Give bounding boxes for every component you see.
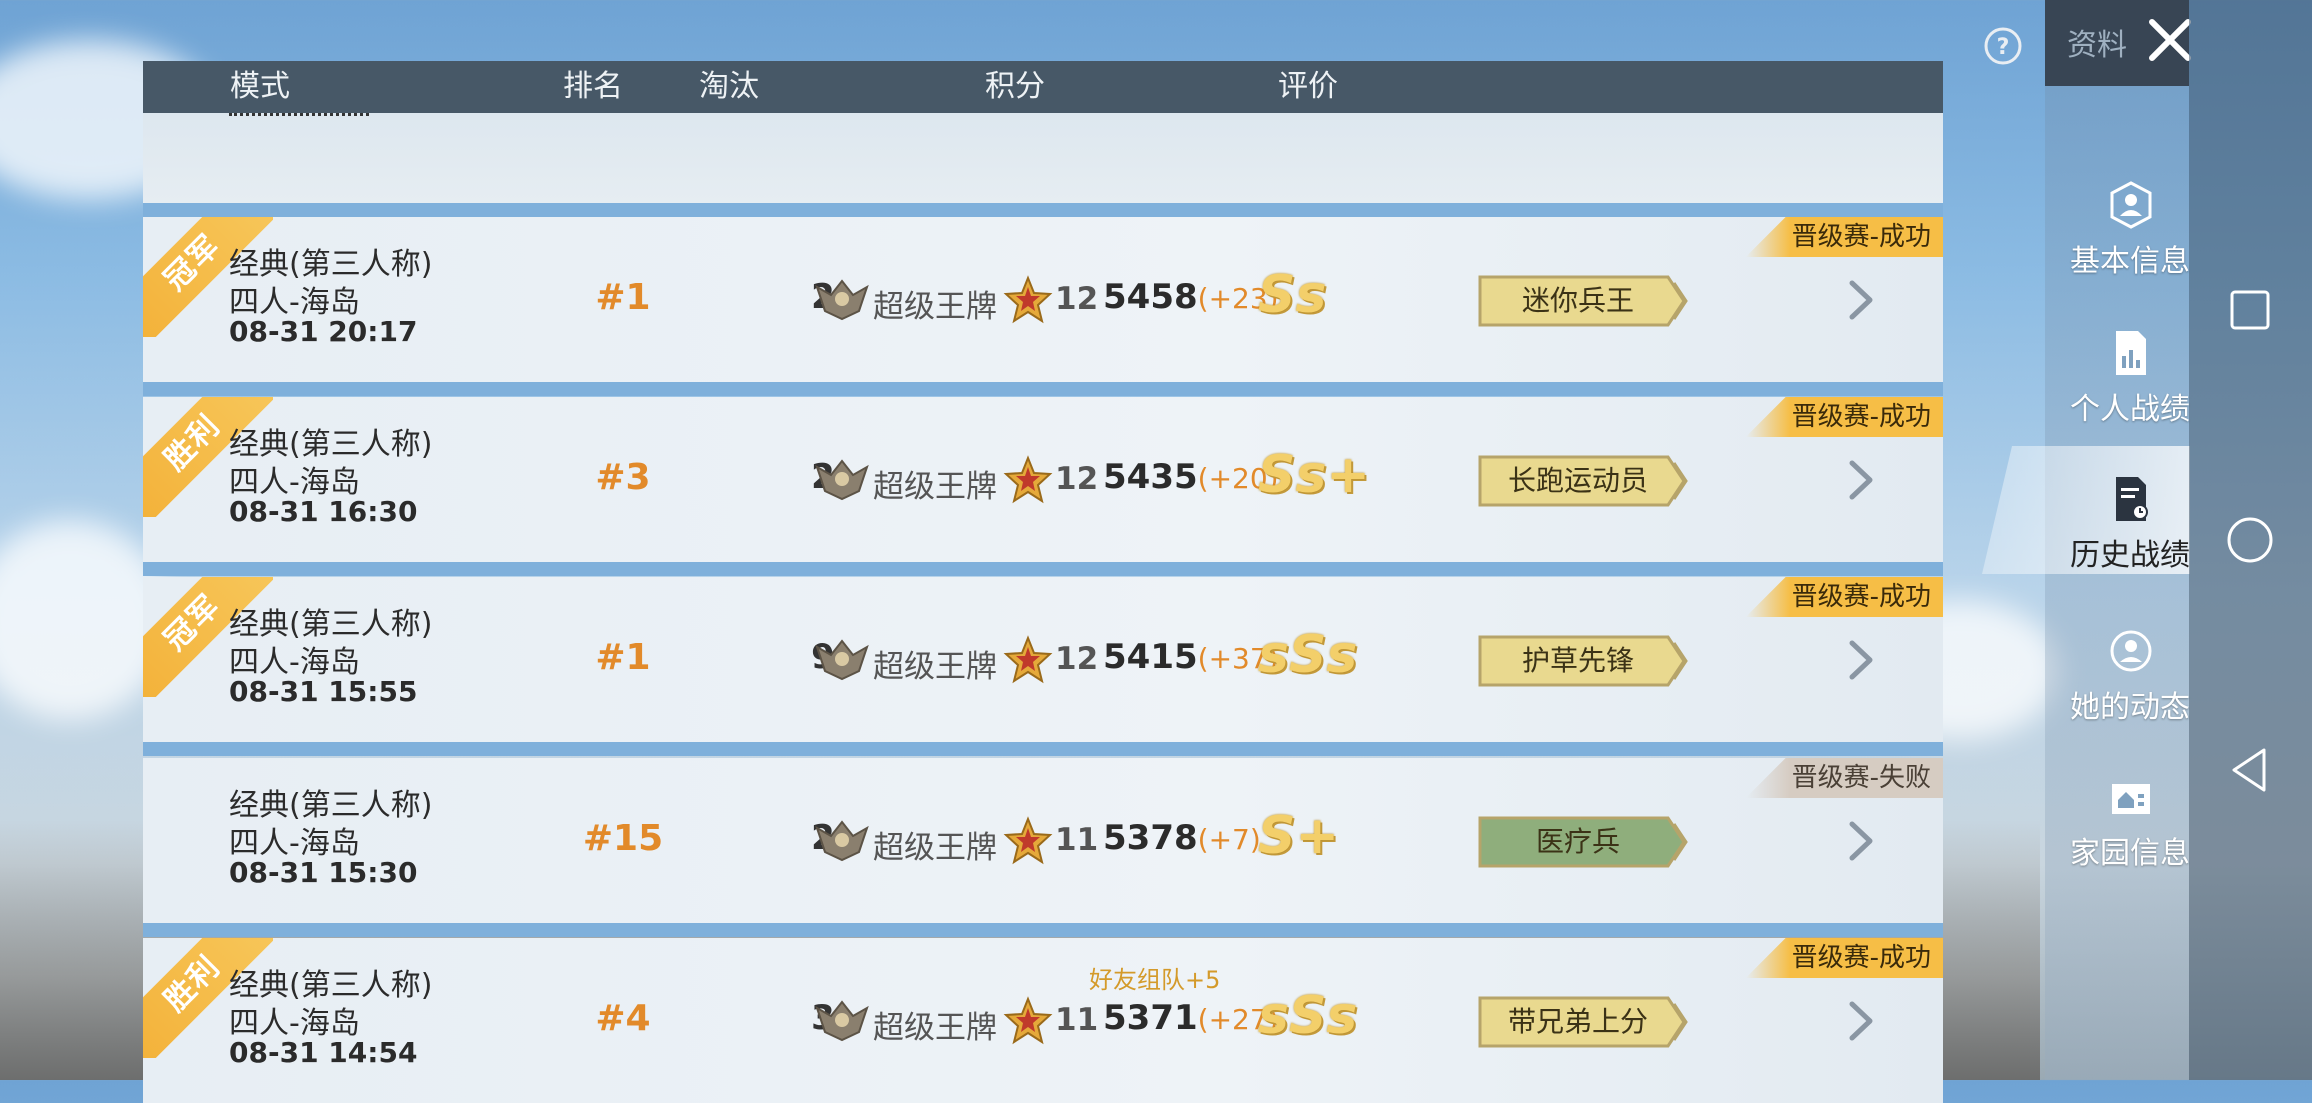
match-grade: sSs — [1258, 986, 1358, 1046]
promotion-status-badge: 晋级赛-成功 — [1745, 938, 1943, 978]
promotion-status-badge: 晋级赛-成功 — [1745, 577, 1943, 617]
tier-name: 超级王牌 — [873, 830, 997, 866]
row-divider — [143, 382, 1943, 396]
header-rating: 评价 — [1278, 69, 1338, 104]
help-icon[interactable]: ? — [1983, 26, 2023, 66]
tag-label: 带兄弟上分 — [1507, 1005, 1648, 1038]
promotion-status-badge: 晋级赛-失败 — [1745, 758, 1943, 798]
header-rank: 排名 — [563, 69, 623, 104]
header-mode: 模式 — [230, 69, 290, 104]
table-header: 模式 排名 淘汰 积分 评价 — [143, 61, 1943, 113]
tag-label: 长跑运动员 — [1507, 464, 1648, 497]
match-row[interactable]: 冠军经典(第三人称) 四人-海岛 08-31 15:55 #1 9 超级王牌 1… — [143, 577, 1943, 742]
score-value: 5458 — [1103, 277, 1198, 317]
match-rank: #4 — [595, 998, 651, 1039]
star-count: 12 — [1055, 281, 1099, 317]
activity-icon — [2110, 630, 2152, 672]
star-count: 12 — [1055, 461, 1099, 497]
match-title-tag[interactable]: 护草先锋 — [1478, 635, 1688, 687]
row-divider — [143, 203, 1943, 217]
header-eliminations: 淘汰 — [699, 69, 759, 104]
promotion-status-badge: 晋级赛-成功 — [1745, 217, 1943, 257]
match-time: 08-31 20:17 — [229, 315, 418, 348]
match-title-tag[interactable]: 医疗兵 — [1478, 816, 1688, 868]
tier-name: 超级王牌 — [873, 1010, 997, 1046]
recent-apps-icon[interactable] — [2220, 280, 2280, 340]
match-time: 08-31 15:30 — [229, 856, 418, 889]
tier-emblem-icon — [815, 459, 869, 501]
match-score: 5378(+7) — [1103, 818, 1261, 858]
match-title-tag[interactable]: 迷你兵王 — [1478, 275, 1688, 327]
match-rank: #1 — [595, 277, 651, 318]
tier-emblem-icon — [815, 820, 869, 862]
chevron-right-icon[interactable] — [1840, 998, 1880, 1044]
chevron-right-icon[interactable] — [1840, 277, 1880, 323]
score-value: 5371 — [1103, 998, 1198, 1038]
row-divider — [143, 742, 1943, 756]
star-count: 11 — [1055, 822, 1099, 858]
previous-row-partial — [143, 113, 1943, 203]
tier-name: 超级王牌 — [873, 469, 997, 505]
match-grade: S+ — [1258, 806, 1340, 866]
star-icon — [1003, 275, 1053, 324]
score-value: 5415 — [1103, 637, 1198, 677]
side-title: 资料 — [2067, 28, 2127, 63]
star-icon — [1003, 455, 1053, 504]
star-icon — [1003, 816, 1053, 865]
stats-icon — [2116, 331, 2146, 375]
tier-emblem-icon — [815, 279, 869, 321]
history-icon — [2116, 477, 2148, 521]
match-score: 5458(+23) — [1103, 277, 1279, 317]
tier-emblem-icon — [815, 639, 869, 681]
match-time: 08-31 16:30 — [229, 495, 418, 528]
match-grade: Ss+ — [1258, 445, 1370, 505]
match-title-tag[interactable]: 带兄弟上分 — [1478, 996, 1688, 1048]
star-count: 11 — [1055, 1002, 1099, 1038]
match-score: 5435(+20) — [1103, 457, 1279, 497]
tag-label: 护草先锋 — [1521, 644, 1634, 677]
match-score: 5415(+37) — [1103, 637, 1279, 677]
star-icon — [1003, 996, 1053, 1045]
match-time: 08-31 14:54 — [229, 1036, 418, 1069]
chevron-right-icon[interactable] — [1840, 457, 1880, 503]
home-icon — [2112, 784, 2150, 814]
score-value: 5378 — [1103, 818, 1198, 858]
match-time: 08-31 15:55 — [229, 675, 418, 708]
match-score: 5371(+27) — [1103, 998, 1279, 1038]
star-count: 12 — [1055, 641, 1099, 677]
match-row[interactable]: 冠军经典(第三人称) 四人-海岛 08-31 20:17 #1 2 超级王牌 1… — [143, 217, 1943, 382]
promotion-status-badge: 晋级赛-成功 — [1745, 397, 1943, 437]
back-icon[interactable] — [2220, 740, 2280, 800]
tier-emblem-icon — [815, 1000, 869, 1042]
match-rank: #3 — [595, 457, 651, 498]
score-value: 5435 — [1103, 457, 1198, 497]
svg-text:?: ? — [1997, 35, 2010, 60]
match-row[interactable]: 胜利经典(第三人称) 四人-海岛 08-31 14:54 #4 3 超级王牌 1… — [143, 938, 1943, 1103]
tag-label: 迷你兵王 — [1521, 284, 1634, 317]
match-row[interactable]: 胜利经典(第三人称) 四人-海岛 08-31 16:30 #3 2 超级王牌 1… — [143, 397, 1943, 562]
match-grade: Ss — [1258, 265, 1327, 325]
match-rank: #1 — [595, 637, 651, 678]
match-grade: sSs — [1258, 625, 1358, 685]
header-score: 积分 — [985, 69, 1045, 104]
row-divider — [143, 562, 1943, 576]
match-history-table: 模式 排名 淘汰 积分 评价 冠军 经典(第三人称) 四人-海岛 08-31 20… — [143, 61, 1943, 1103]
star-icon — [1003, 635, 1053, 684]
team-bonus-label: 好友组队+5 — [1089, 966, 1221, 994]
score-delta: (+7) — [1197, 823, 1261, 856]
match-rank: #15 — [582, 818, 664, 859]
tier-name: 超级王牌 — [873, 649, 997, 685]
tier-name: 超级王牌 — [873, 289, 997, 325]
tag-label: 医疗兵 — [1535, 825, 1620, 858]
home-button-icon[interactable] — [2220, 510, 2280, 570]
match-title-tag[interactable]: 长跑运动员 — [1478, 455, 1688, 507]
profile-icon — [2110, 181, 2152, 229]
row-divider — [143, 923, 1943, 937]
chevron-right-icon[interactable] — [1840, 637, 1880, 683]
chevron-right-icon[interactable] — [1840, 818, 1880, 864]
match-row[interactable]: 经典(第三人称) 四人-海岛 08-31 15:30 #15 2 超级王牌 11… — [143, 758, 1943, 923]
